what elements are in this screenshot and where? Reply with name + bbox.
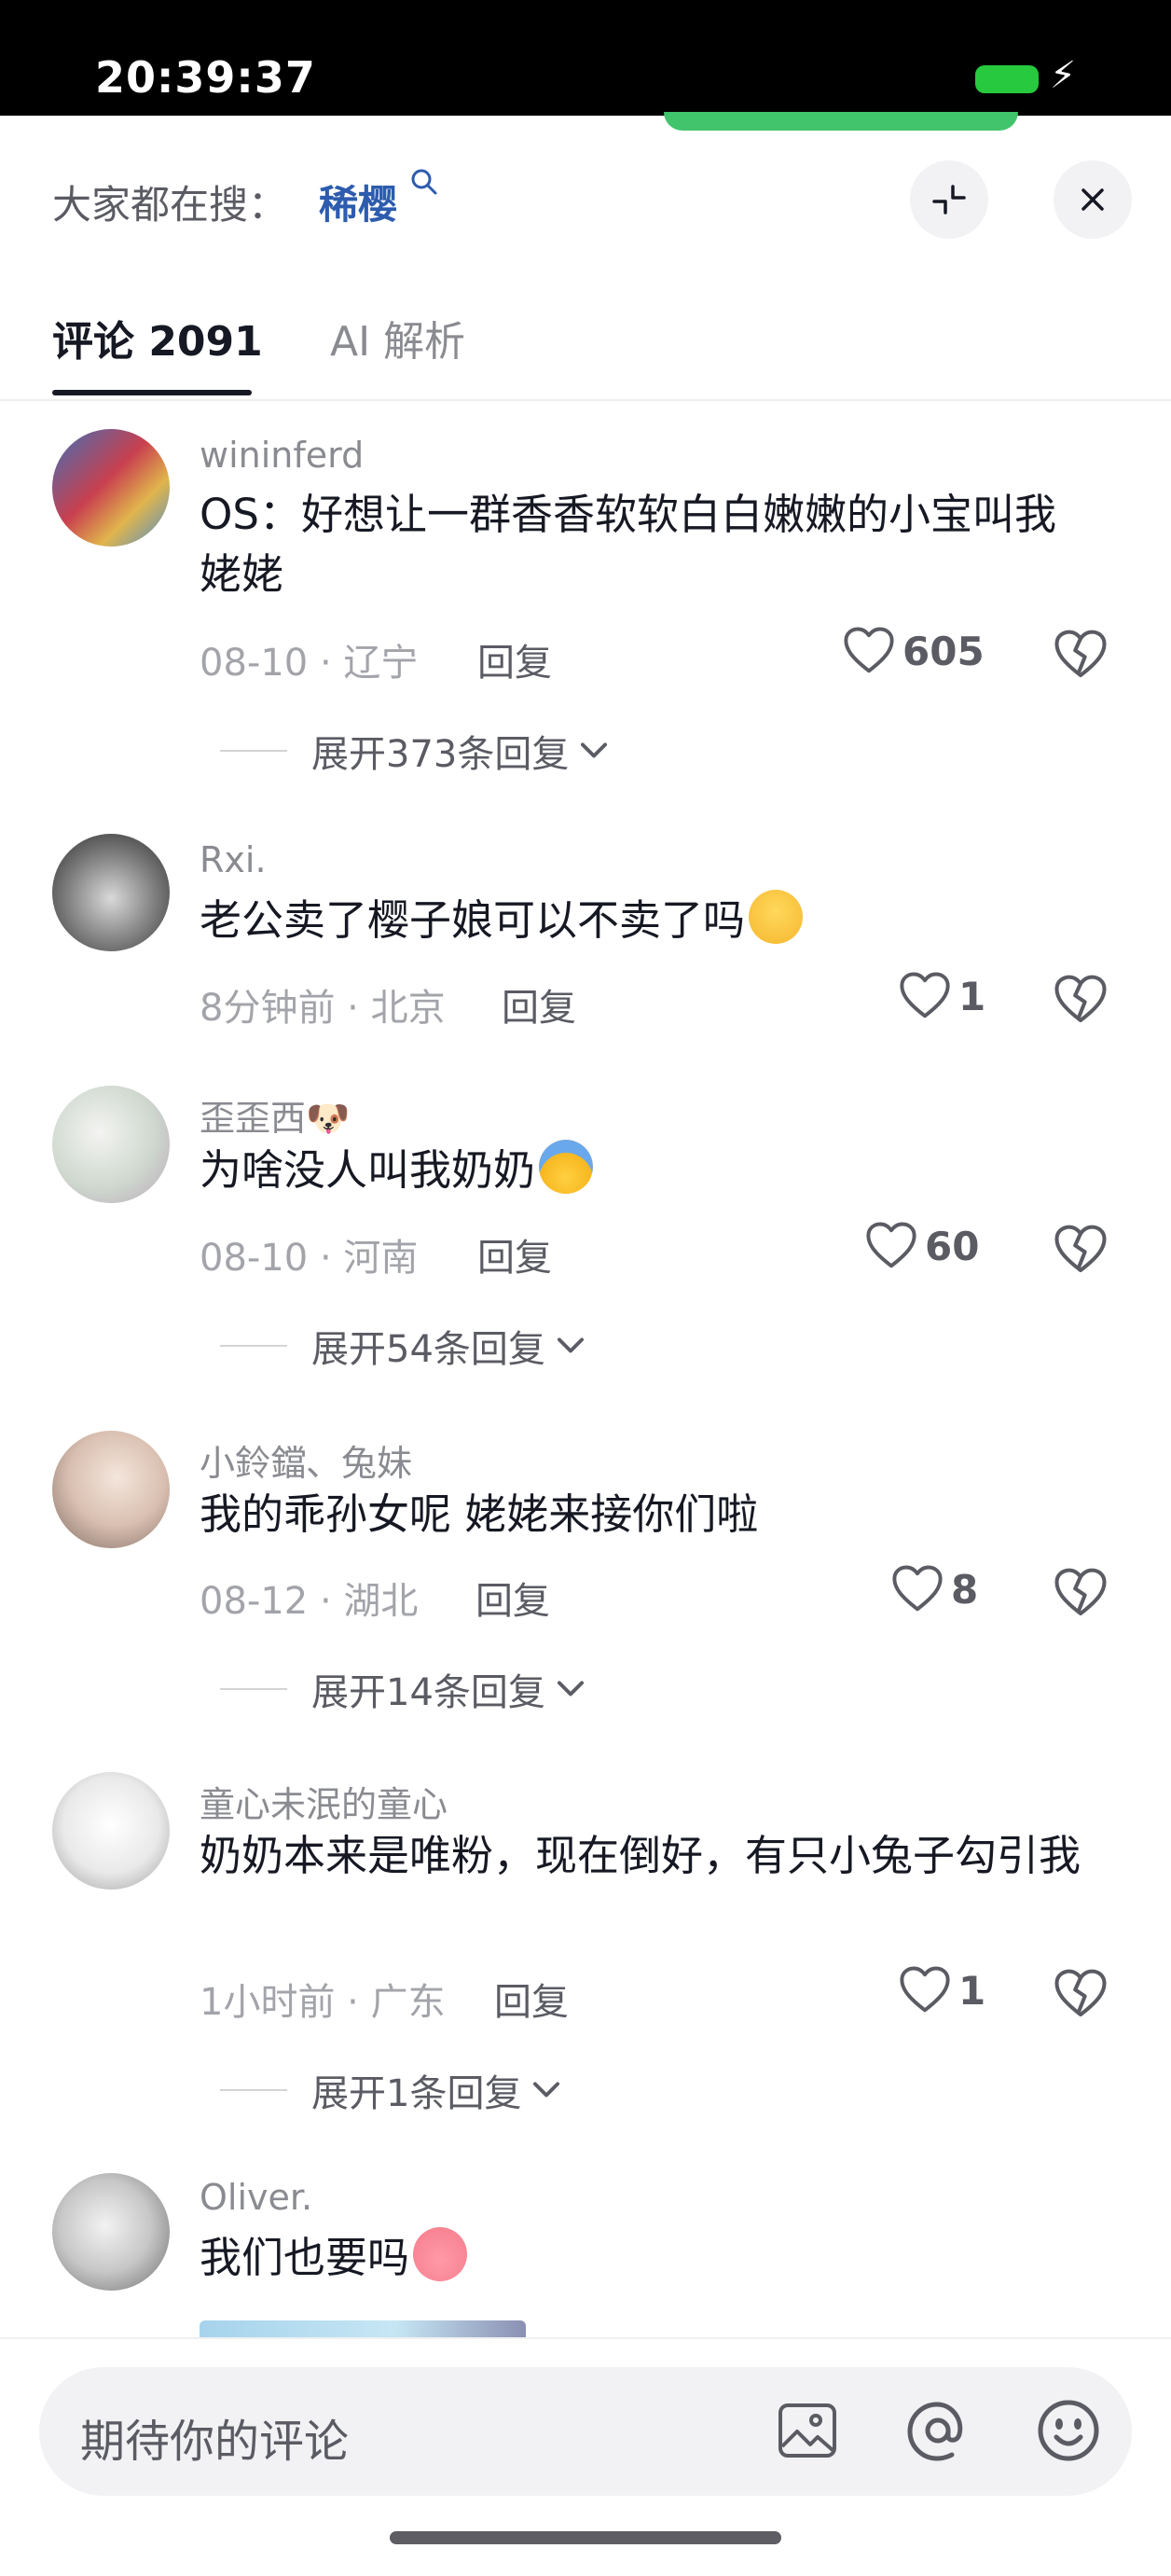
divider — [220, 1345, 287, 1347]
divider — [220, 2089, 287, 2091]
like-count: 605 — [902, 628, 985, 674]
home-indicator — [390, 2531, 781, 2544]
heart-icon — [899, 1966, 951, 2015]
comment-text: 为啥没人叫我奶奶 — [200, 1140, 1113, 1200]
crying-face-icon — [539, 1140, 594, 1194]
search-term-link[interactable]: 稀樱 — [319, 173, 397, 230]
magnifier-icon[interactable] — [410, 168, 438, 203]
like-button[interactable]: 1 — [899, 1966, 985, 2015]
avatar[interactable] — [52, 429, 170, 547]
broken-heart-icon[interactable] — [1054, 1224, 1108, 1276]
like-button[interactable]: 8 — [891, 1565, 978, 1613]
comment-text: 我们也要吗 — [200, 2227, 1113, 2288]
comment-username[interactable]: Rxi. — [200, 839, 267, 880]
status-time: 20:39:37 — [95, 52, 316, 103]
avatar[interactable] — [52, 1086, 170, 1203]
comment-text-content: 我们也要吗 — [200, 2233, 410, 2282]
comment-text: OS：好想让一群香香软软白白嫩嫩的小宝叫我姥姥 — [200, 490, 1056, 599]
image-icon — [778, 2403, 836, 2458]
expand-replies-button[interactable]: 展开14条回复 — [220, 1662, 586, 1716]
video-peek — [664, 112, 1018, 131]
heart-icon — [899, 972, 951, 1020]
expand-replies-button[interactable]: 展开373条回复 — [220, 724, 610, 778]
comment-text: 奶奶本来是唯粉，现在倒好，有只小兔子勾引我 — [200, 1831, 1081, 1880]
avatar[interactable] — [52, 1772, 170, 1890]
comment-username[interactable]: Oliver. — [200, 2177, 312, 2218]
divider — [220, 750, 287, 752]
chevron-down-icon — [578, 741, 610, 761]
like-button[interactable]: 1 — [899, 972, 985, 1020]
avatar[interactable] — [52, 1431, 170, 1548]
pig-face-icon — [413, 2227, 468, 2281]
broken-heart-icon[interactable] — [1054, 629, 1108, 681]
image-button[interactable] — [770, 2393, 845, 2468]
expand-replies-label: 展开373条回复 — [311, 733, 570, 776]
comment-meta: 8分钟前 · 北京 — [200, 987, 446, 1030]
comment-username[interactable]: 歪歪西🐶 — [200, 1089, 350, 1141]
like-count: 60 — [925, 1223, 980, 1269]
reply-button[interactable]: 回复 — [475, 1571, 550, 1625]
reply-button[interactable]: 回复 — [477, 632, 552, 686]
at-icon — [907, 2402, 963, 2461]
status-bar: 20:39:37 ⚡ — [0, 0, 1171, 116]
collapse-arrows-icon — [932, 185, 966, 215]
tab-ai-analysis[interactable]: AI 解析 — [330, 308, 465, 367]
like-button[interactable]: 60 — [865, 1222, 979, 1270]
chevron-down-icon — [555, 1336, 586, 1356]
comment-username[interactable]: 小鈴鐺、兔妹 — [200, 1434, 412, 1486]
reply-button[interactable]: 回复 — [494, 1972, 569, 2026]
like-count: 1 — [958, 1967, 986, 2014]
charging-icon: ⚡ — [1050, 54, 1077, 97]
comment-username[interactable]: wininferd — [200, 435, 364, 476]
comment-input[interactable]: 期待你的评论 — [39, 2367, 1132, 2496]
comment-input-placeholder: 期待你的评论 — [80, 2416, 350, 2468]
broken-heart-icon[interactable] — [1054, 974, 1108, 1026]
comment-text: 老公卖了樱子娘可以不卖了吗 — [200, 890, 1113, 950]
comment-meta: 08-10 · 辽宁 — [200, 642, 419, 685]
reply-button[interactable]: 回复 — [502, 977, 576, 1032]
comment-text-content: 为啥没人叫我奶奶 — [200, 1145, 536, 1195]
expand-replies-button[interactable]: 展开54条回复 — [220, 1319, 586, 1373]
comment-text-content: 老公卖了樱子娘可以不卖了吗 — [200, 895, 746, 945]
like-count: 8 — [951, 1566, 979, 1613]
like-count: 1 — [958, 973, 986, 1019]
chevron-down-icon — [530, 2080, 562, 2100]
divider — [220, 1688, 287, 1690]
chevron-down-icon — [555, 1679, 586, 1699]
smiley-icon — [1038, 2400, 1099, 2461]
reply-button[interactable]: 回复 — [477, 1227, 552, 1281]
active-tab-indicator — [52, 390, 252, 395]
like-button[interactable]: 605 — [843, 627, 985, 675]
comment-meta: 08-12 · 湖北 — [200, 1580, 419, 1623]
pleading-face-icon — [749, 890, 804, 944]
heart-icon — [843, 627, 895, 675]
expand-replies-button[interactable]: 展开1条回复 — [220, 2063, 562, 2117]
tab-comments[interactable]: 评论 2091 — [52, 308, 263, 367]
comment-username[interactable]: 童心未泯的童心 — [200, 1776, 448, 1827]
heart-icon — [891, 1565, 944, 1613]
collapse-button[interactable] — [910, 160, 988, 239]
avatar[interactable] — [52, 2173, 170, 2291]
broken-heart-icon[interactable] — [1054, 1968, 1108, 2020]
close-icon — [1081, 188, 1104, 211]
expand-replies-label: 展开14条回复 — [311, 1671, 545, 1714]
search-suggestion-row: 大家都在搜： 稀樱 — [0, 140, 1171, 261]
emoji-button[interactable] — [1031, 2393, 1106, 2468]
comment-text: 我的乖孙女呢 姥姥来接你们啦 — [200, 1489, 759, 1539]
expand-replies-label: 展开54条回复 — [311, 1328, 545, 1371]
expand-replies-label: 展开1条回复 — [311, 2072, 522, 2115]
mention-button[interactable] — [901, 2393, 975, 2468]
close-button[interactable] — [1054, 160, 1132, 239]
comment-tabs: 评论 2091 AI 解析 — [0, 280, 1171, 401]
heart-icon — [865, 1222, 917, 1270]
comment-meta: 1小时前 · 广东 — [200, 1981, 446, 2024]
battery-icon — [975, 65, 1039, 93]
comment-meta: 08-10 · 河南 — [200, 1237, 419, 1280]
search-prefix: 大家都在搜： — [52, 182, 288, 228]
avatar[interactable] — [52, 834, 170, 951]
broken-heart-icon[interactable] — [1054, 1567, 1108, 1619]
